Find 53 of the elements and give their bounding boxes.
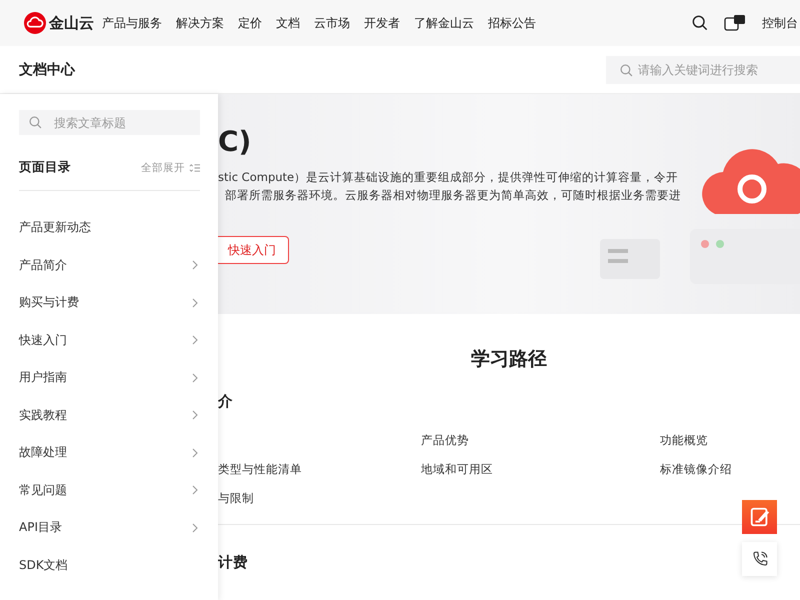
toc-item[interactable]: 产品简介 <box>19 246 200 284</box>
group-heading: 介 <box>218 393 233 411</box>
section-title: 学习路径 <box>470 347 548 372</box>
chevron-right-icon <box>192 335 198 346</box>
toc-heading: 页面目录 <box>19 159 71 176</box>
hero-description: 部署所需服务器环境。云服务器相对物理服务器更为简单高效，可随时根据业务需要进 <box>225 188 682 202</box>
chevron-right-icon <box>192 410 198 420</box>
quick-start-button[interactable]: 快速入门 <box>218 236 289 264</box>
group-heading: 计费 <box>218 554 248 572</box>
nav-menu-item[interactable]: 了解金山云 <box>414 14 474 32</box>
hero-description: stic Compute）是云计算基础设施的重要组成部分，提供弹性可伸缩的计算容量，令开 <box>218 170 680 184</box>
doc-link[interactable]: 地域和可用区 <box>421 462 493 476</box>
nav-menu-item[interactable]: 开发者 <box>364 14 400 32</box>
nav-menu-item[interactable]: 解决方案 <box>176 14 224 32</box>
language-switch-icon[interactable] <box>724 14 746 32</box>
toc-item[interactable]: 常见问题 <box>19 472 200 509</box>
chevron-right-icon <box>192 485 198 496</box>
nav-menu-item[interactable]: 定价 <box>238 14 262 32</box>
contact-button[interactable] <box>742 542 777 576</box>
edit-note-icon <box>748 506 770 528</box>
doc-link[interactable]: 功能概览 <box>660 433 708 447</box>
toc-item[interactable]: 购买与计费 <box>19 284 200 322</box>
cloud-logo-icon <box>24 12 46 34</box>
phone-icon <box>750 550 768 568</box>
doc-link[interactable]: 标准镜像介绍 <box>660 462 732 476</box>
nav-menu-item[interactable]: 产品与服务 <box>102 14 162 32</box>
toc-item[interactable]: 快速入门 <box>19 322 200 359</box>
toc-item[interactable]: 用户指南 <box>19 359 200 396</box>
expand-all-icon[interactable] <box>189 162 200 172</box>
toc-item[interactable]: 故障处理 <box>19 434 200 472</box>
chevron-right-icon <box>192 448 198 458</box>
doc-link[interactable]: 类型与性能清单 <box>218 462 302 476</box>
feedback-button[interactable] <box>742 500 777 534</box>
toc-item[interactable]: SDK文档 <box>19 546 200 584</box>
chevron-right-icon <box>192 260 198 270</box>
console-link[interactable]: 控制台 <box>762 14 798 32</box>
toc-item[interactable]: 产品更新动态 <box>19 209 200 246</box>
hero-title: C) <box>218 124 252 160</box>
nav-menu-item[interactable]: 云市场 <box>314 14 350 32</box>
doc-link[interactable]: 与限制 <box>218 491 254 505</box>
search-field[interactable]: 搜索文章标题 <box>19 110 200 135</box>
toc-item[interactable]: 实践教程 <box>19 396 200 434</box>
chevron-right-icon <box>192 522 198 533</box>
search-icon[interactable] <box>692 15 708 31</box>
nav-menu-item[interactable]: 招标公告 <box>488 14 536 32</box>
brand-name[interactable]: 金山云 <box>49 14 94 32</box>
chevron-right-icon <box>192 372 198 383</box>
toc-item[interactable]: API目录 <box>19 509 200 546</box>
chevron-right-icon <box>192 298 198 308</box>
page-title: 文档中心 <box>19 60 75 78</box>
nav-menu-item[interactable]: 文档 <box>276 14 300 32</box>
doc-link[interactable]: 产品优势 <box>421 433 469 447</box>
search-field[interactable]: 请输入关键词进行搜索 <box>606 56 800 84</box>
